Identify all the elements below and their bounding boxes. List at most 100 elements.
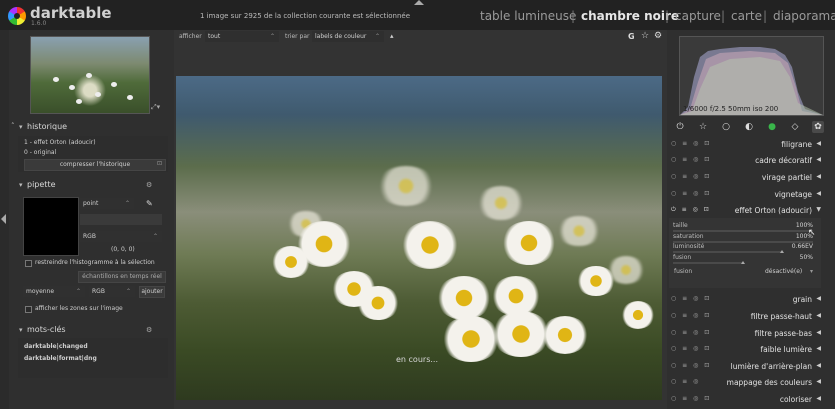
sort-select[interactable]: labels de couleur ⌃ [312, 31, 384, 42]
module-name: faible lumière [760, 345, 812, 354]
picker-model-select[interactable]: RGB ⌃ [80, 231, 162, 242]
expand-arrow-icon: ◀ [816, 312, 821, 319]
collapse-arrow-icon: ˄ [11, 122, 15, 130]
view-slideshow[interactable]: diaporama [773, 9, 835, 23]
expand-arrow-icon: ◀ [816, 378, 821, 385]
module-grain[interactable]: ○ ≡ ◎ ⊡ grain ◀ [669, 292, 824, 308]
module-vignette[interactable]: ○ ≡ ◎ ⊡ vignetage ◀ [669, 187, 824, 203]
color-circle-icon[interactable]: ● [766, 121, 778, 133]
expand-arrow-icon: ◀ [816, 173, 821, 180]
module-controls-icon[interactable]: ○ ≡ ◎ ⊡ [671, 295, 711, 302]
star-overlay-icon[interactable]: ☆ [641, 31, 649, 41]
view-lighttable[interactable]: table lumineuse [480, 9, 576, 23]
show-areas-checkbox[interactable] [25, 306, 32, 313]
circle-icon[interactable]: ○ [720, 121, 732, 133]
add-sample-button[interactable]: ajouter [139, 286, 165, 298]
power-icon[interactable]: ⏻ [674, 121, 686, 133]
history-title[interactable]: historique [27, 122, 67, 131]
history-item[interactable]: 1 - effet Orton (adoucir) [24, 139, 96, 146]
module-colorize[interactable]: ○ ≡ ◎ ⊡ coloriser ◀ [669, 392, 824, 408]
live-samples-label: échantillons en temps réel [82, 273, 162, 280]
lock-icon[interactable]: ⊡ [157, 160, 162, 167]
blend-mode-select[interactable]: désactivé(e) ▾ [759, 266, 815, 277]
top-panel-toggle-icon[interactable] [414, 0, 424, 5]
keyword-item[interactable]: darktable|changed [24, 343, 88, 350]
effects-icon[interactable]: ✿ [812, 121, 824, 133]
app-version: 1.6.0 [31, 20, 47, 27]
module-watermark[interactable]: ○ ≡ ◎ ⊡ filigrane ◀ [669, 137, 824, 153]
left-panel-toggle-icon[interactable] [1, 214, 6, 224]
mouse-cursor-icon: ↖ [808, 228, 816, 238]
restrict-histogram-checkbox[interactable] [25, 260, 32, 267]
module-controls-icon[interactable]: ○ ≡ ◎ ⊡ [671, 362, 711, 369]
sort-direction-icon[interactable]: ▴ [390, 32, 394, 40]
module-controls-icon[interactable]: ○ ≡ ◎ ⊡ [671, 395, 711, 402]
module-controls-icon[interactable]: ○ ≡ ◎ ⊡ [671, 190, 711, 197]
slider-marker[interactable] [741, 261, 745, 264]
grouping-button[interactable]: G [628, 32, 635, 41]
keyword-item[interactable]: darktable|format|dng [24, 355, 97, 362]
tag-icon[interactable]: ◇ [789, 121, 801, 133]
color-model-select[interactable]: RGB ⌃ [89, 286, 135, 297]
module-lowpass[interactable]: ○ ≡ ◎ ⊡ filtre passe-bas ◀ [669, 326, 824, 342]
module-name: cadre décoratif [755, 156, 812, 165]
module-controls-icon[interactable]: ○ ≡ ◎ ⊡ [671, 173, 711, 180]
image-preview[interactable] [176, 76, 662, 400]
expand-arrow-icon: ◀ [816, 190, 821, 197]
picker-color-swatch [23, 197, 79, 256]
size-slider[interactable]: taille 100% [673, 222, 813, 232]
saturation-slider[interactable]: saturation 100% [673, 233, 813, 243]
module-controls-icon[interactable]: ○ ≡ ◎ ⊡ [671, 345, 711, 352]
stat-value: moyenne [26, 288, 55, 295]
stat-select[interactable]: moyenne ⌃ [23, 286, 85, 297]
module-controls-icon[interactable]: ⏻ ≡ ◎ ⊡ [671, 206, 711, 214]
add-sample-label: ajouter [141, 288, 163, 295]
module-controls-icon[interactable]: ○ ≡ ◎ ⊡ [671, 140, 711, 147]
show-filter-select[interactable]: tout ⌃ [205, 31, 279, 42]
module-controls-icon[interactable]: ○ ≡ ◎ ⊡ [671, 156, 711, 163]
live-samples-header: échantillons en temps réel [78, 271, 166, 283]
keywords-title[interactable]: mots-clés [27, 325, 66, 334]
star-icon[interactable]: ☆ [697, 121, 709, 133]
blend-slider[interactable]: fusion 50% [673, 254, 813, 264]
view-map[interactable]: carte [731, 9, 762, 23]
module-controls-icon[interactable]: ○ ≡ ◎ [671, 378, 700, 385]
module-controls-icon[interactable]: ○ ≡ ◎ ⊡ [671, 312, 711, 319]
picker-title[interactable]: pipette [27, 180, 56, 189]
reset-icon[interactable]: ⚙ [146, 326, 152, 334]
eyedropper-icon[interactable]: ✎ [146, 199, 153, 208]
expand-arrow-icon: ◀ [816, 329, 821, 336]
slider-label: saturation [673, 233, 704, 240]
gear-icon[interactable]: ⚙ [654, 31, 662, 41]
compress-history-button[interactable]: compresser l'historique [24, 159, 166, 171]
histogram[interactable] [679, 36, 824, 116]
expand-arrow-icon: ◀ [816, 140, 821, 147]
navigation-expand-icon[interactable]: ⤢▾ [151, 103, 160, 112]
picker-model-value: RGB [83, 233, 96, 240]
sort-value: labels de couleur [315, 33, 367, 40]
module-orton[interactable]: ⏻ ≡ ◎ ⊡ effet Orton (adoucir) ▼ [669, 203, 824, 219]
module-split-toning[interactable]: ○ ≡ ◎ ⊡ virage partiel ◀ [669, 170, 824, 186]
histogram-graph [680, 47, 823, 115]
picker-mode-select[interactable]: point ⌃ [80, 198, 134, 209]
blend-mode-label: fusion [674, 268, 693, 275]
module-framing[interactable]: ○ ≡ ◎ ⊡ cadre décoratif ◀ [669, 153, 824, 169]
reset-icon[interactable]: ⚙ [146, 181, 152, 189]
chevron-updown-icon: ⌃ [124, 200, 130, 207]
orton-module-panel: taille 100% saturation 100% luminosité 0… [669, 218, 821, 288]
expand-arrow-icon: ◀ [816, 295, 821, 302]
brightness-slider[interactable]: luminosité 0.66EV [673, 243, 813, 253]
module-controls-icon[interactable]: ○ ≡ ◎ ⊡ [671, 329, 711, 336]
module-bloom[interactable]: ○ ≡ ◎ ⊡ lumière d'arrière-plan ◀ [669, 359, 824, 375]
picker-readout: (0, 0, 0) [111, 246, 135, 253]
slider-marker[interactable] [780, 250, 784, 253]
module-color-mapping[interactable]: ○ ≡ ◎ mappage des couleurs ◀ [669, 375, 824, 391]
expand-triangle-icon: ▾ [19, 326, 23, 334]
view-capture[interactable]: capture [675, 9, 721, 23]
module-highpass[interactable]: ○ ≡ ◎ ⊡ filtre passe-haut ◀ [669, 309, 824, 325]
history-item[interactable]: 0 - original [24, 149, 56, 156]
half-circle-icon[interactable]: ◐ [743, 121, 755, 133]
slider-fill [673, 251, 782, 253]
navigation-thumbnail[interactable] [30, 36, 150, 114]
module-lowlight[interactable]: ○ ≡ ◎ ⊡ faible lumière ◀ [669, 342, 824, 358]
